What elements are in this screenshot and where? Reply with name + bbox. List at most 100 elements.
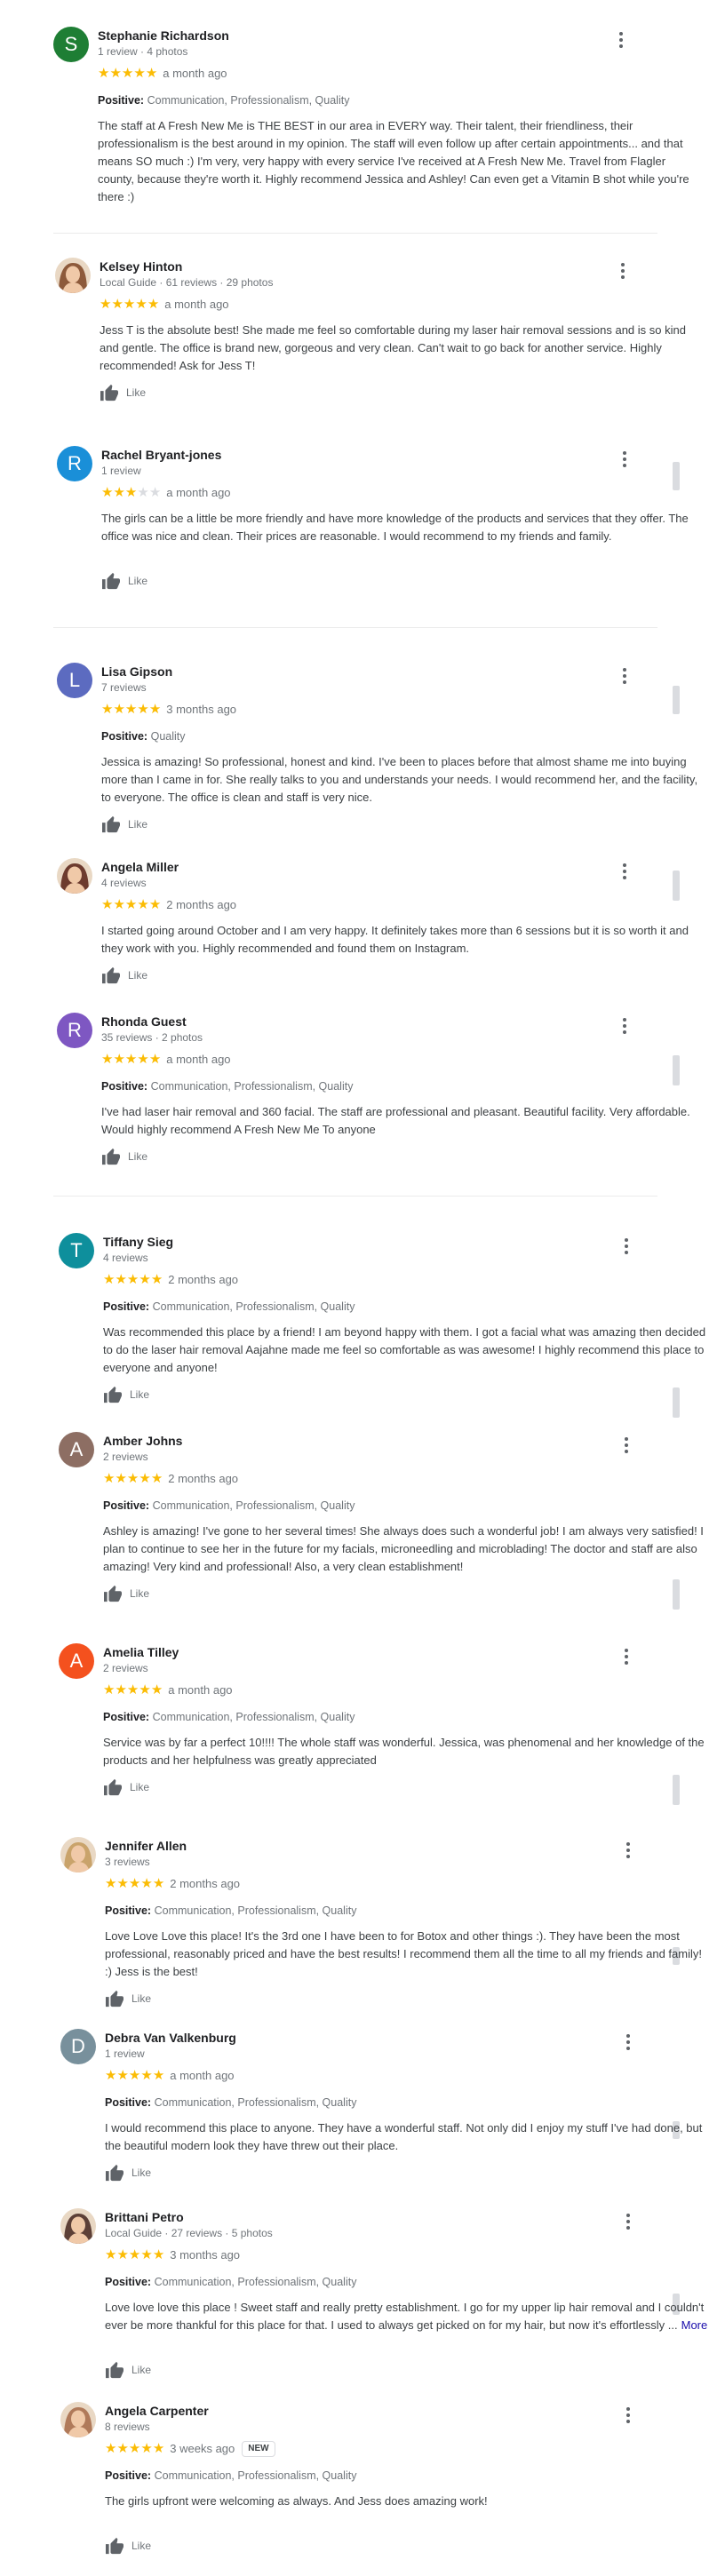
reviewer-meta[interactable]: 35 reviews · 2 photos (101, 1031, 203, 1044)
scrollbar-thumb[interactable] (673, 1387, 680, 1418)
reviewer-meta[interactable]: 2 reviews (103, 1662, 148, 1674)
star-rating: ★★★★★ (103, 1471, 163, 1486)
like-button[interactable]: Like (103, 1585, 149, 1604)
more-vert-icon[interactable] (621, 1238, 632, 1256)
reviewer-meta[interactable]: 8 reviews (105, 2421, 150, 2433)
reviewer-avatar[interactable]: D (60, 2029, 96, 2064)
reviewer-meta[interactable]: 7 reviews (101, 681, 147, 694)
positive-values: Communication, Professionalism, Quality (152, 1711, 355, 1723)
like-button[interactable]: Like (105, 2164, 151, 2183)
review-body: Service was by far a perfect 10!!!! The … (103, 1736, 705, 1767)
reviewer-meta[interactable]: 3 reviews (105, 1856, 150, 1868)
more-vert-icon[interactable] (623, 2034, 633, 2052)
reviewer-name[interactable]: Angela Miller (101, 860, 179, 874)
reviewer-name[interactable]: Rhonda Guest (101, 1014, 187, 1029)
like-label: Like (130, 1781, 150, 1793)
more-vert-icon[interactable] (621, 1649, 632, 1666)
more-vert-icon[interactable] (623, 1842, 633, 1860)
scrollbar-thumb[interactable] (673, 1579, 680, 1610)
like-button[interactable]: Like (101, 572, 147, 592)
like-button[interactable]: Like (105, 2537, 151, 2556)
review-text: The girls can be a little be more friend… (101, 510, 705, 545)
reviewer-meta[interactable]: 1 review (101, 465, 141, 477)
reviewer-name[interactable]: Amber Johns (103, 1434, 182, 1448)
star-icon: ★ (140, 2246, 153, 2262)
star-icon: ★ (140, 2067, 153, 2083)
more-vert-icon[interactable] (621, 1437, 632, 1455)
scrollbar-thumb[interactable] (673, 1055, 680, 1085)
more-vert-icon[interactable] (623, 2214, 633, 2231)
scrollbar-thumb[interactable] (673, 1775, 680, 1805)
reviewer-avatar[interactable]: R (57, 1013, 92, 1048)
star-rating: ★★★★★ (101, 702, 161, 717)
reviewer-meta[interactable]: 4 reviews (101, 877, 147, 889)
like-button[interactable]: Like (100, 384, 146, 403)
reviewer-name[interactable]: Tiffany Sieg (103, 1235, 173, 1249)
reviewer-meta[interactable]: 1 review · 4 photos (98, 45, 187, 58)
reviewer-name[interactable]: Brittani Petro (105, 2210, 184, 2224)
reviewer-name[interactable]: Kelsey Hinton (100, 259, 182, 274)
reviewer-avatar[interactable]: T (59, 1233, 94, 1268)
positive-values: Communication, Professionalism, Quality (147, 94, 350, 107)
review-text: Ashley is amazing! I've gone to her seve… (103, 1523, 707, 1576)
reviewer-meta[interactable]: 2 reviews (103, 1451, 148, 1463)
reviewer-avatar[interactable]: L (57, 663, 92, 698)
rating-row: ★★★★★ 3 months ago (105, 2247, 240, 2262)
like-button[interactable]: Like (101, 1148, 147, 1167)
positive-label: Positive: (101, 1080, 148, 1093)
reviewer-avatar[interactable]: R (57, 446, 92, 481)
star-icon: ★ (137, 1051, 149, 1067)
more-vert-icon[interactable] (617, 263, 628, 281)
review-text: The girls upfront were welcoming as alwa… (105, 2493, 709, 2510)
scrollbar-thumb[interactable] (673, 871, 680, 901)
reviewer-meta[interactable]: Local Guide · 27 reviews · 5 photos (105, 2227, 273, 2239)
reviewer-avatar[interactable] (60, 2402, 96, 2437)
rating-row: ★★★★★ 3 weeks ago NEW (105, 2441, 275, 2457)
reviewer-name[interactable]: Debra Van Valkenburg (105, 2031, 236, 2045)
reviewer-name[interactable]: Lisa Gipson (101, 664, 172, 679)
reviewer-name[interactable]: Angela Carpenter (105, 2404, 209, 2418)
more-vert-icon[interactable] (619, 451, 630, 469)
star-icon: ★ (116, 2067, 129, 2083)
more-vert-icon[interactable] (619, 863, 630, 881)
more-vert-icon[interactable] (619, 668, 630, 686)
scrollbar-thumb[interactable] (673, 686, 680, 714)
more-vert-icon[interactable] (619, 1018, 630, 1036)
rating-row: ★★★★★ a month ago (98, 66, 227, 80)
star-icon: ★ (152, 1875, 165, 1891)
reviewer-meta[interactable]: 4 reviews (103, 1252, 148, 1264)
like-button[interactable]: Like (103, 1778, 149, 1798)
star-icon: ★ (105, 2441, 117, 2456)
reviewer-meta[interactable]: 1 review (105, 2047, 145, 2060)
review-text: Love love love this place ! Sweet staff … (105, 2299, 709, 2334)
reviewer-name[interactable]: Rachel Bryant-jones (101, 448, 221, 462)
reviewer-avatar[interactable] (60, 1837, 96, 1872)
review-date: a month ago (168, 1682, 233, 1697)
review-text: I would recommend this place to anyone. … (105, 2119, 709, 2155)
reviewer-name[interactable]: Jennifer Allen (105, 1839, 187, 1853)
like-button[interactable]: Like (101, 966, 147, 986)
star-rating: ★★★★★ (103, 1272, 163, 1287)
reviewer-avatar[interactable]: S (53, 27, 89, 62)
reviewer-name[interactable]: Stephanie Richardson (98, 28, 229, 43)
positive-label: Positive: (98, 94, 145, 107)
more-link[interactable]: More (681, 2318, 708, 2332)
more-vert-icon[interactable] (623, 2407, 633, 2425)
like-button[interactable]: Like (105, 1990, 151, 2009)
reviewer-avatar[interactable]: A (59, 1432, 94, 1467)
review-text: Love Love Love this place! It's the 3rd … (105, 1928, 709, 1981)
reviewer-avatar[interactable] (60, 2208, 96, 2244)
review-date: a month ago (170, 2068, 235, 2082)
reviewer-avatar[interactable] (57, 858, 92, 894)
rating-row: ★★★★★ a month ago (100, 297, 229, 311)
star-icon: ★ (115, 1682, 127, 1697)
reviewer-name[interactable]: Amelia Tilley (103, 1645, 179, 1659)
like-button[interactable]: Like (103, 1386, 149, 1405)
reviewer-avatar[interactable] (55, 258, 91, 293)
more-vert-icon[interactable] (616, 32, 626, 50)
like-button[interactable]: Like (105, 2361, 151, 2381)
scrollbar-thumb[interactable] (673, 462, 680, 490)
reviewer-avatar[interactable]: A (59, 1643, 94, 1679)
like-button[interactable]: Like (101, 815, 147, 835)
reviewer-meta[interactable]: Local Guide · 61 reviews · 29 photos (100, 276, 273, 289)
